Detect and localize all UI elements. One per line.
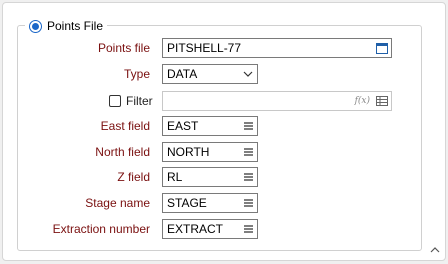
north-field-label: North field [95,145,150,159]
z-field-value: RL [167,170,183,184]
function-icon[interactable]: f(x) [355,96,370,106]
points-file-input[interactable]: PITSHELL-77 [162,38,392,58]
points-file-label: Points file [97,41,150,55]
filter-label: Filter [126,94,153,108]
list-icon[interactable] [239,168,257,186]
chevron-up-icon[interactable] [430,242,440,253]
list-icon[interactable] [239,220,257,238]
type-value: DATA [167,67,198,81]
list-icon[interactable] [239,117,257,135]
extraction-number-label: Extraction number [52,222,150,236]
browse-icon[interactable] [373,39,391,57]
extraction-number-input[interactable]: EXTRACT [162,219,258,239]
filter-input[interactable]: f(x) [162,91,392,111]
chevron-down-icon[interactable] [239,65,257,83]
north-field-value: NORTH [167,145,210,159]
north-field-input[interactable]: NORTH [162,142,258,162]
points-file-value: PITSHELL-77 [167,41,242,55]
east-field-value: EAST [167,119,199,133]
points-file-panel: Points File Points file PITSHELL-77 Type… [2,2,446,261]
list-icon[interactable] [239,194,257,212]
points-file-group [17,25,422,251]
list-icon[interactable] [239,143,257,161]
filter-checkbox[interactable] [109,95,121,107]
type-select[interactable]: DATA [162,64,258,84]
extraction-number-value: EXTRACT [167,222,224,236]
type-label: Type [123,67,150,81]
east-field-input[interactable]: EAST [162,116,258,136]
stage-name-value: STAGE [167,196,207,210]
stage-name-input[interactable]: STAGE [162,193,258,213]
radio-button[interactable] [29,19,42,33]
points-file-radio-option[interactable]: Points File [25,17,108,35]
z-field-input[interactable]: RL [162,167,258,187]
table-icon[interactable] [373,92,391,110]
group-title: Points File [47,19,104,33]
z-field-label: Z field [117,170,150,184]
stage-name-label: Stage name [85,196,150,210]
radio-selected-dot [32,22,39,30]
east-field-label: East field [100,119,150,133]
